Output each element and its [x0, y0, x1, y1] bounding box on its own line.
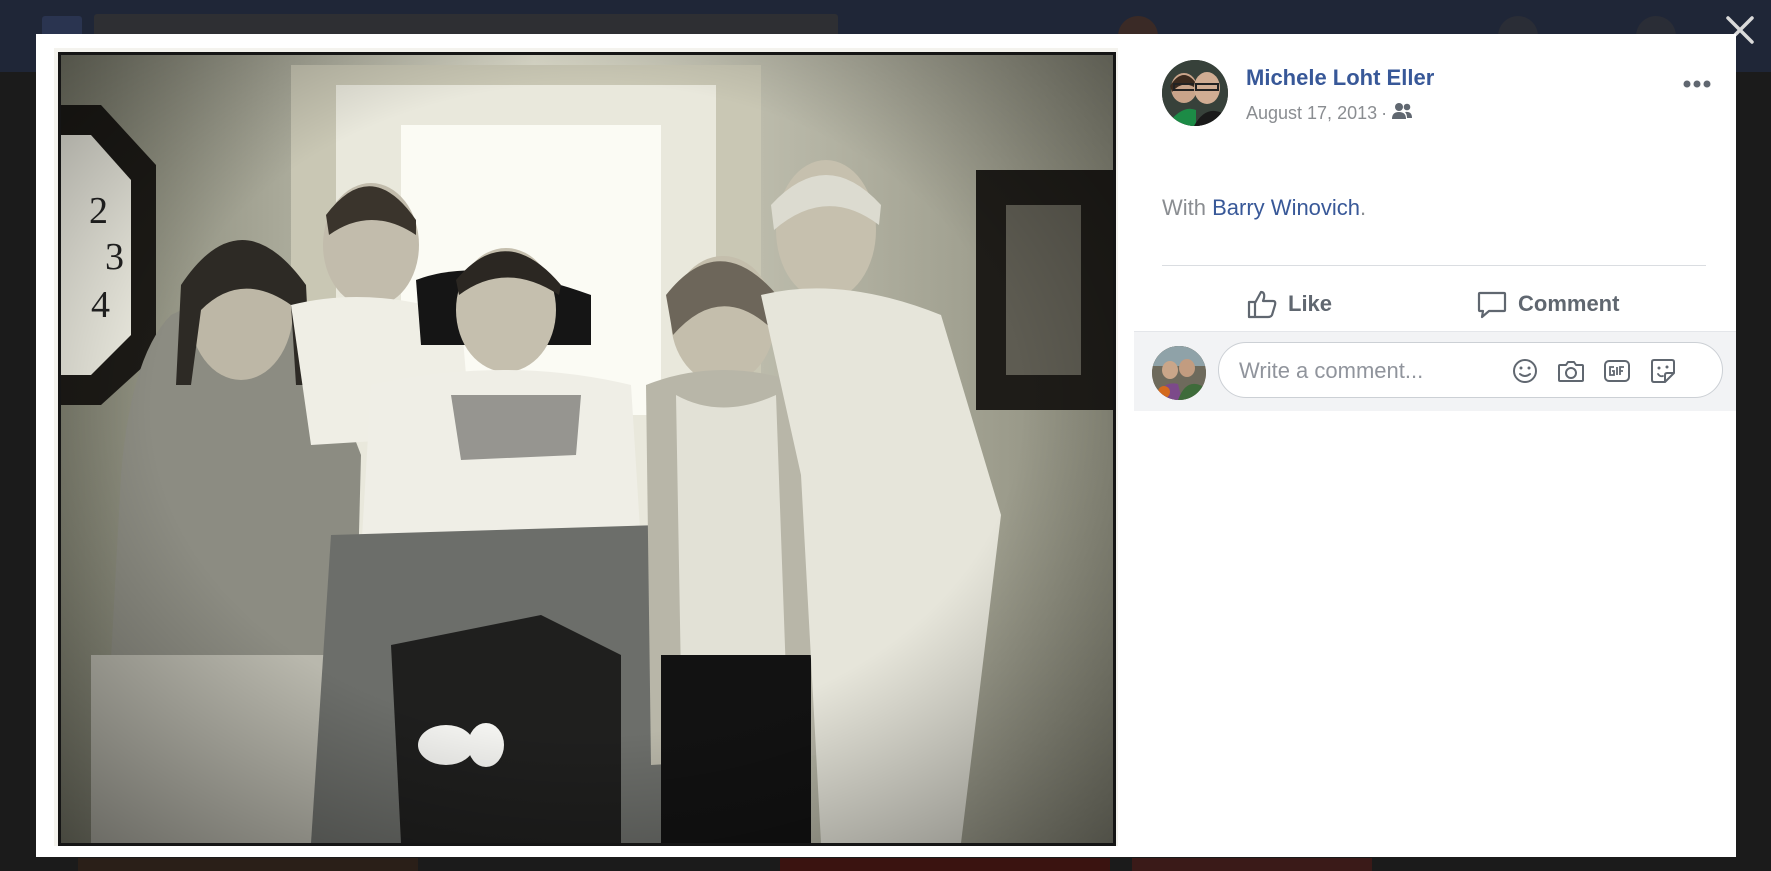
with-prefix: With — [1162, 195, 1206, 220]
actions-divider — [1162, 265, 1706, 266]
viewer-avatar-image — [1152, 346, 1206, 400]
post-date-link[interactable]: August 17, 2013 — [1246, 103, 1377, 124]
camera-icon[interactable] — [1557, 357, 1585, 385]
photo-viewer: 2 3 4 — [36, 34, 1736, 857]
speech-bubble-icon — [1477, 291, 1507, 319]
more-options-icon — [1683, 80, 1711, 88]
like-label: Like — [1288, 291, 1333, 316]
comment-label: Comment — [1518, 291, 1620, 316]
like-button[interactable]: Like — [1246, 282, 1332, 326]
gif-icon[interactable] — [1603, 357, 1631, 385]
author-name-link[interactable]: Michele Loht Eller — [1246, 65, 1434, 91]
thumbs-up-icon — [1247, 290, 1277, 319]
meta-separator: · — [1381, 103, 1388, 123]
post-meta: August 17, 2013 · — [1246, 102, 1413, 125]
viewer-avatar[interactable] — [1152, 346, 1206, 400]
background-content — [780, 858, 1110, 871]
background-content — [78, 858, 418, 871]
with-suffix: . — [1360, 195, 1367, 220]
photo[interactable]: 2 3 4 — [58, 52, 1116, 846]
comment-button[interactable]: Comment — [1476, 282, 1619, 326]
more-options-button[interactable] — [1680, 72, 1714, 96]
author-avatar[interactable] — [1162, 60, 1228, 126]
comment-box — [1218, 342, 1723, 398]
sticker-icon[interactable] — [1649, 357, 1677, 385]
tagged-with-line: With Barry Winovich. — [1162, 195, 1366, 221]
background-content — [1132, 858, 1372, 871]
friends-icon[interactable] — [1391, 102, 1413, 125]
author-avatar-image — [1162, 60, 1228, 126]
emoji-icon[interactable] — [1511, 357, 1539, 385]
post-sidebar: Michele Loht Eller August 17, 2013 · Wit… — [1134, 34, 1736, 857]
tagged-person-link[interactable]: Barry Winovich — [1212, 195, 1360, 220]
comment-input[interactable] — [1237, 353, 1531, 389]
family-photo-image: 2 3 4 — [61, 55, 1113, 843]
comment-composer — [1134, 331, 1736, 411]
photo-stage[interactable]: 2 3 4 — [36, 34, 1134, 857]
